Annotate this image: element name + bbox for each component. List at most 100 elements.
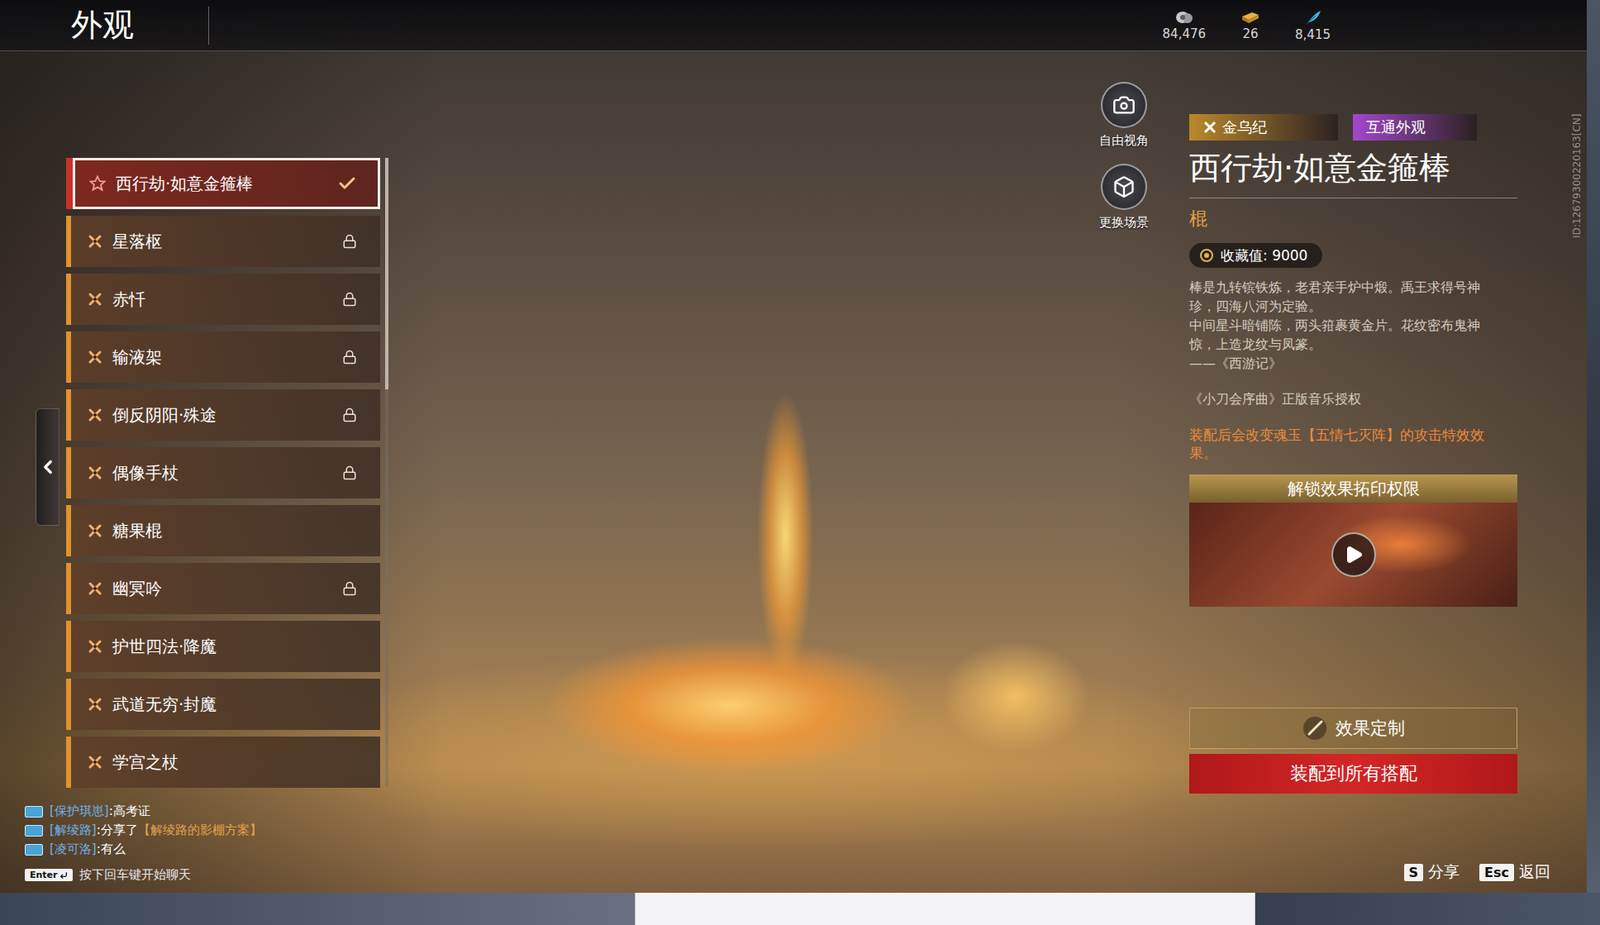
- chat-name[interactable]: [凌可洛]: [49, 841, 97, 857]
- skin-name: 幽冥吟: [112, 577, 333, 600]
- skin-list-panel: 西行劫·如意金箍棒星落枢赤忏输液架倒反阴阳·殊途偶像手杖糖果棍幽冥吟护世四法·降…: [66, 51, 389, 798]
- skin-list: 西行劫·如意金箍棒星落枢赤忏输液架倒反阴阳·殊途偶像手杖糖果棍幽冥吟护世四法·降…: [66, 157, 381, 798]
- weapon-class-icon: [87, 696, 103, 712]
- view-button[interactable]: 自由视角: [1099, 81, 1149, 149]
- currency-value: 84,476: [1162, 26, 1207, 42]
- unlock-header: 解锁效果拓印权限: [1189, 474, 1518, 503]
- ticket-icon: [1240, 9, 1261, 25]
- view-buttons: 自由视角更换场景: [1086, 51, 1162, 798]
- skin-item[interactable]: 护世四法·降魔: [66, 620, 381, 672]
- currency-value: 8,415: [1295, 27, 1331, 43]
- scene-view[interactable]: [388, 51, 1087, 798]
- id-text: ID:12679300220163[CN]: [1570, 114, 1584, 239]
- chat-name[interactable]: [保护琪崽]: [49, 803, 110, 819]
- shortcut[interactable]: Esc返回: [1479, 861, 1551, 883]
- skin-title: 西行劫·如意金箍棒: [1189, 140, 1518, 199]
- play-button[interactable]: [1331, 532, 1377, 577]
- description-line: ——《西游记》: [1189, 353, 1518, 373]
- check-icon: [337, 173, 358, 194]
- lock-icon: [342, 407, 358, 423]
- scroll-thumb[interactable]: [385, 157, 389, 390]
- shortcuts: S分享 Esc返回: [1404, 861, 1551, 883]
- scrollbar[interactable]: [385, 157, 389, 786]
- skin-item[interactable]: 星落枢: [66, 215, 381, 267]
- view-circle: [1100, 81, 1148, 129]
- weapon-class-icon: [87, 407, 103, 423]
- chat-link[interactable]: 【解绫路的影棚方案】: [138, 822, 262, 838]
- chat-text: :有么: [96, 841, 126, 857]
- lock-icon: [342, 291, 358, 307]
- feather-icon: [1304, 9, 1323, 26]
- chevron-left-icon: [37, 456, 59, 478]
- skin-name: 倒反阴阳·殊途: [112, 404, 333, 427]
- coin-icon: [1174, 9, 1195, 25]
- currencies: 84,476268,415: [1162, 9, 1331, 43]
- bottom-bar: [保护琪崽]:高考证 [解绫路]:分享了【解绫路的影棚方案】 [凌可洛]:有么 Ent…: [0, 797, 1587, 893]
- collection-value: 收藏值: 9000: [1189, 242, 1323, 268]
- skin-item[interactable]: 倒反阴阳·殊途: [66, 389, 381, 441]
- skin-name: 糖果棍: [112, 519, 358, 543]
- view-circle: [1100, 163, 1148, 210]
- music-license: 《小刀会序曲》正版音乐授权: [1189, 390, 1518, 409]
- skin-item[interactable]: 西行劫·如意金箍棒: [66, 157, 381, 210]
- channel-icon: [24, 843, 43, 856]
- channel-icon: [24, 824, 43, 837]
- camera-icon: [1112, 93, 1136, 117]
- weapon-class-icon: [87, 465, 103, 481]
- skin-item[interactable]: 学宫之杖: [66, 736, 381, 788]
- skin-item[interactable]: 糖果棍: [66, 504, 381, 557]
- note-line: 装配后会改变魂玉【五情七灭阵】的攻击特效效: [1189, 426, 1518, 445]
- lock-icon: [342, 465, 358, 481]
- play-icon: [1343, 544, 1364, 565]
- chat: [保护琪崽]:高考证 [解绫路]:分享了【解绫路的影棚方案】 [凌可洛]:有么 Ent…: [24, 803, 262, 883]
- enter-icon: [59, 871, 68, 880]
- skin-name: 西行劫·如意金箍棒: [115, 172, 328, 196]
- content: 西行劫·如意金箍棒星落枢赤忏输液架倒反阴阳·殊途偶像手杖糖果棍幽冥吟护世四法·降…: [0, 51, 1587, 798]
- page-title: 外观: [71, 4, 171, 47]
- enter-key: Enter: [24, 868, 73, 881]
- chat-text: :分享了: [96, 822, 139, 838]
- screen: 外观 84,476268,415 西行劫·如意金箍棒星落枢赤忏输液架倒反阴阳·殊途偶…: [0, 0, 1600, 925]
- skin-name: 护世四法·降魔: [112, 635, 358, 658]
- currency: 84,476: [1162, 9, 1207, 42]
- skin-item[interactable]: 输液架: [66, 331, 381, 383]
- era-icon: [1202, 119, 1218, 135]
- chat-message: [解绫路]:分享了【解绫路的影棚方案】: [24, 822, 262, 839]
- skin-name: 赤忏: [112, 288, 333, 311]
- lock-icon: [342, 349, 358, 365]
- chat-text: :高考证: [109, 803, 151, 819]
- key-cap: Esc: [1479, 863, 1515, 881]
- title-divider: [208, 6, 210, 45]
- description: 棒是九转镔铁炼，老君亲手炉中煅。禹王求得号神珍，四海八河为定验。中间星斗暗铺陈，…: [1189, 277, 1518, 373]
- desktop-row: 外观 84,476268,415 西行劫·如意金箍棒星落枢赤忏输液架倒反阴阳·殊途偶…: [0, 0, 1600, 893]
- shortcut[interactable]: S分享: [1404, 861, 1461, 883]
- detail-panel: 金乌纪互通外观西行劫·如意金箍棒棍收藏值: 9000 棒是九转镔铁炼，老君亲手炉中…: [1189, 51, 1518, 798]
- skin-item[interactable]: 偶像手杖: [66, 447, 381, 499]
- customize-button[interactable]: 效果定制: [1189, 707, 1518, 749]
- skin-name: 输液架: [112, 346, 333, 369]
- skin-item[interactable]: 幽冥吟: [66, 562, 381, 615]
- collection-icon: [1199, 247, 1215, 263]
- weapon-class-icon: [87, 754, 103, 770]
- tag-row: 金乌纪互通外观: [1189, 114, 1518, 141]
- skin-item[interactable]: 赤忏: [66, 273, 381, 325]
- effect-video[interactable]: [1189, 502, 1518, 607]
- game-window: 外观 84,476268,415 西行劫·如意金箍棒星落枢赤忏输液架倒反阴阳·殊途偶…: [0, 0, 1587, 893]
- chat-hint: Enter按下回车键开始聊天: [24, 866, 262, 883]
- desktop-edge: [1586, 0, 1600, 893]
- brush-icon: [1302, 715, 1328, 741]
- collapse-button[interactable]: [35, 408, 60, 526]
- description-line: 中间星斗暗铺陈，两头箝裹黄金片。花纹密布鬼神: [1189, 315, 1518, 335]
- view-button[interactable]: 更换场景: [1099, 163, 1149, 231]
- effect-note: 装配后会改变魂玉【五情七灭阵】的攻击特效效果。: [1189, 426, 1518, 463]
- description-line: 棒是九转镔铁炼，老君亲手炉中煅。禹王求得号神: [1189, 277, 1518, 297]
- equip-all-button[interactable]: 装配到所有搭配: [1189, 753, 1518, 794]
- desktop-strip: [0, 892, 1600, 925]
- skin-item[interactable]: 武道无穷·封魔: [66, 678, 381, 730]
- key-cap: S: [1404, 863, 1424, 881]
- skin-name: 武道无穷·封魔: [112, 693, 358, 716]
- chat-name[interactable]: [解绫路]: [49, 822, 97, 838]
- weapon-class-icon: [87, 349, 103, 365]
- weapon-type: 棍: [1189, 206, 1518, 232]
- note-line: 果。: [1189, 444, 1518, 463]
